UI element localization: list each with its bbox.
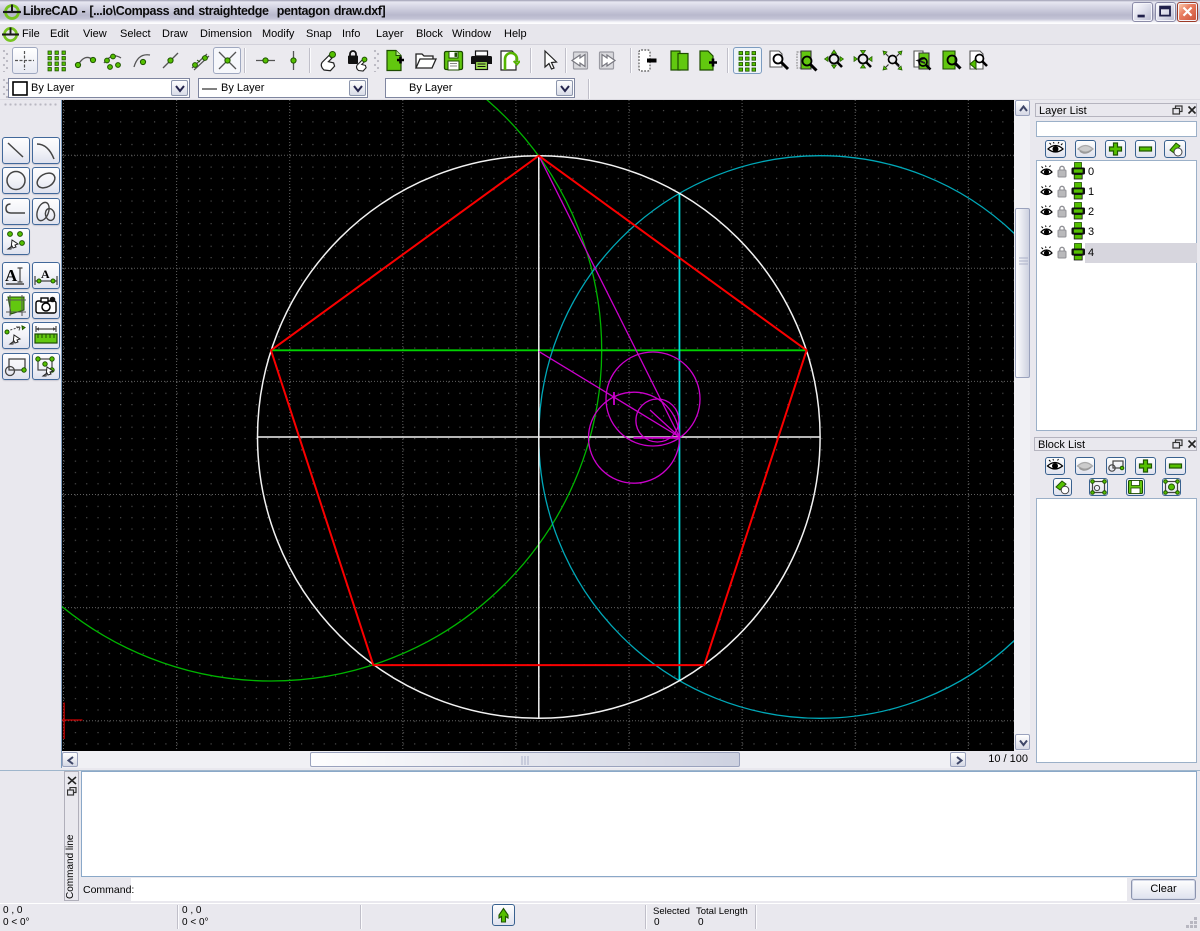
svg-text:A: A: [41, 267, 50, 281]
svg-text:A: A: [5, 266, 18, 285]
